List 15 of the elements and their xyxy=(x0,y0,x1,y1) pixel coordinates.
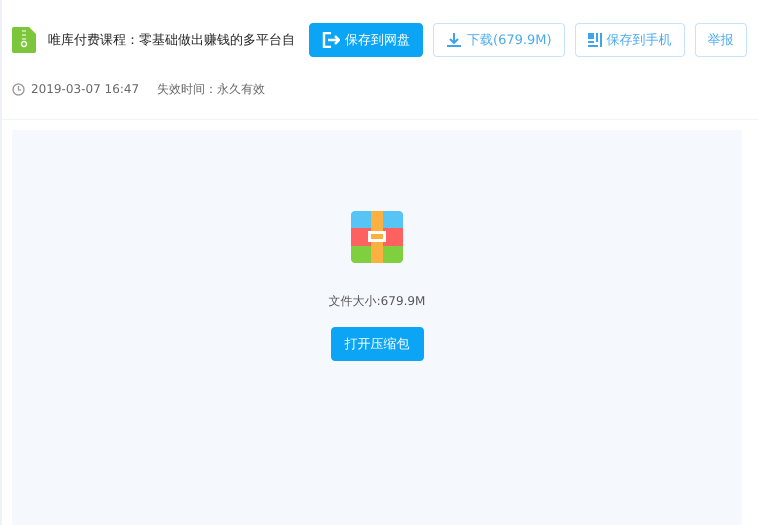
expiry-text: 失效时间：永久有效 xyxy=(157,80,266,98)
download-button[interactable]: 下载(679.9M) xyxy=(433,23,565,57)
upload-date: 2019-03-07 16:47 xyxy=(31,82,140,96)
report-button[interactable]: 举报 xyxy=(694,23,747,57)
file-title: 唯库付费课程：零基础做出赚钱的多平台自 xyxy=(48,32,296,49)
download-icon xyxy=(446,32,462,48)
clock-icon xyxy=(12,82,25,96)
export-icon xyxy=(322,32,340,48)
file-size: 文件大小:679.9M xyxy=(328,293,426,310)
save-button[interactable]: 保存到网盘 xyxy=(309,23,423,57)
open-archive-button[interactable]: 打开压缩包 xyxy=(330,327,424,361)
qr-code-icon xyxy=(588,33,602,47)
archive-icon xyxy=(351,211,403,263)
zip-file-icon xyxy=(12,27,36,53)
save-to-phone-button[interactable]: 保存到手机 xyxy=(574,23,685,57)
